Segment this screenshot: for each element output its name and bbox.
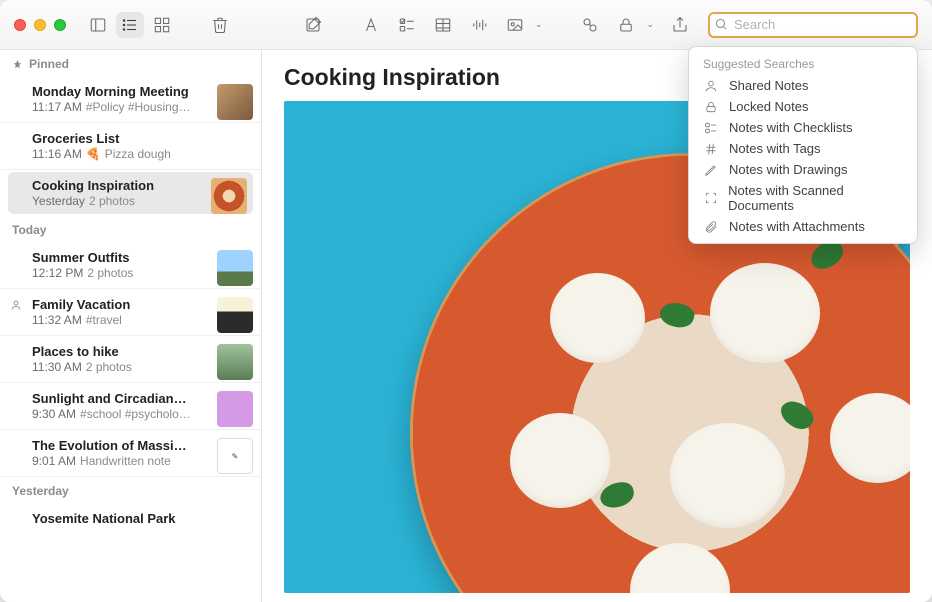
suggested-item-label: Locked Notes [729,99,809,114]
note-title: Monday Morning Meeting [32,84,192,99]
pencil-icon [703,163,719,177]
gallery-view-button[interactable] [148,12,176,38]
shared-icon [10,299,22,314]
hash-icon [703,142,719,156]
people-icon [703,79,719,93]
paperclip-icon [703,220,719,234]
sidebar-toggle-button[interactable] [84,12,112,38]
suggested-item-label: Notes with Scanned Documents [728,183,903,213]
pizza-emoji-icon: 🍕 [86,147,101,161]
note-item[interactable]: Groceries List 11:16 AM 🍕 Pizza dough [0,123,261,170]
note-title: Groceries List [32,131,192,146]
suggested-drawings[interactable]: Notes with Drawings [689,159,917,180]
table-button[interactable] [429,12,457,38]
note-title: Yosemite National Park [32,511,192,526]
scan-icon [703,191,718,205]
note-thumbnail [217,344,253,380]
checklist-button[interactable] [393,12,421,38]
note-item[interactable]: Places to hike 11:30 AM 2 photos [0,336,261,383]
suggested-searches-popover: Suggested Searches Shared Notes Locked N… [688,46,918,244]
note-subtitle: 11:16 AM 🍕 Pizza dough [32,147,251,161]
checklist-icon [703,121,719,135]
suggested-locked-notes[interactable]: Locked Notes [689,96,917,117]
note-title: Cooking Inspiration [32,178,192,193]
lock-chevron-down-icon[interactable]: ⌄ [646,19,654,30]
list-view-button[interactable] [116,12,144,38]
note-thumbnail [217,391,253,427]
section-pinned: Pinned [0,50,261,76]
format-text-button[interactable] [357,12,385,38]
note-thumbnail [217,297,253,333]
note-item[interactable]: Summer Outfits 12:12 PM 2 photos [0,242,261,289]
search-icon [714,17,728,36]
suggested-checklists[interactable]: Notes with Checklists [689,117,917,138]
note-item[interactable]: Monday Morning Meeting 11:17 AM #Policy … [0,76,261,123]
section-today: Today [0,216,261,242]
media-button[interactable] [501,12,529,38]
audio-button[interactable] [465,12,493,38]
media-chevron-down-icon[interactable]: ⌄ [535,19,543,30]
note-thumbnail [217,250,253,286]
note-title: The Evolution of Massi… [32,438,192,453]
note-item[interactable]: Family Vacation 11:32 AM #travel [0,289,261,336]
note-thumbnail [211,178,247,214]
traffic-lights [14,19,66,31]
section-yesterday: Yesterday [0,477,261,503]
note-item-selected[interactable]: Cooking Inspiration Yesterday 2 photos [8,172,253,214]
search-input[interactable] [708,12,918,38]
titlebar: ⌄ ⌄ [0,0,932,50]
note-title: Family Vacation [32,297,192,312]
zoom-window-button[interactable] [54,19,66,31]
note-title: Sunlight and Circadian… [32,391,192,406]
suggested-attachments[interactable]: Notes with Attachments [689,216,917,237]
delete-note-button[interactable] [206,12,234,38]
minimize-window-button[interactable] [34,19,46,31]
notes-sidebar: Pinned Monday Morning Meeting 11:17 AM #… [0,50,262,602]
share-button[interactable] [666,12,694,38]
new-note-button[interactable] [299,12,327,38]
suggested-scanned[interactable]: Notes with Scanned Documents [689,180,917,216]
suggested-item-label: Notes with Attachments [729,219,865,234]
pin-icon [12,59,23,70]
note-title: Summer Outfits [32,250,192,265]
note-thumbnail [217,84,253,120]
note-item[interactable]: Yosemite National Park [0,503,261,534]
suggested-item-label: Notes with Drawings [729,162,848,177]
app-window: ⌄ ⌄ Suggested Searches Shared Notes Lock… [0,0,932,602]
suggested-item-label: Notes with Tags [729,141,821,156]
suggested-tags[interactable]: Notes with Tags [689,138,917,159]
suggested-item-label: Notes with Checklists [729,120,853,135]
note-thumbnail: ✎ [217,438,253,474]
lock-button[interactable] [612,12,640,38]
link-button[interactable] [576,12,604,38]
close-window-button[interactable] [14,19,26,31]
note-item[interactable]: Sunlight and Circadian… 9:30 AM #school … [0,383,261,430]
lock-icon [703,100,719,114]
search-wrapper [708,12,918,38]
note-item[interactable]: The Evolution of Massi… 9:01 AM Handwrit… [0,430,261,477]
suggested-searches-header: Suggested Searches [689,55,917,75]
note-title: Places to hike [32,344,192,359]
suggested-shared-notes[interactable]: Shared Notes [689,75,917,96]
suggested-item-label: Shared Notes [729,78,809,93]
